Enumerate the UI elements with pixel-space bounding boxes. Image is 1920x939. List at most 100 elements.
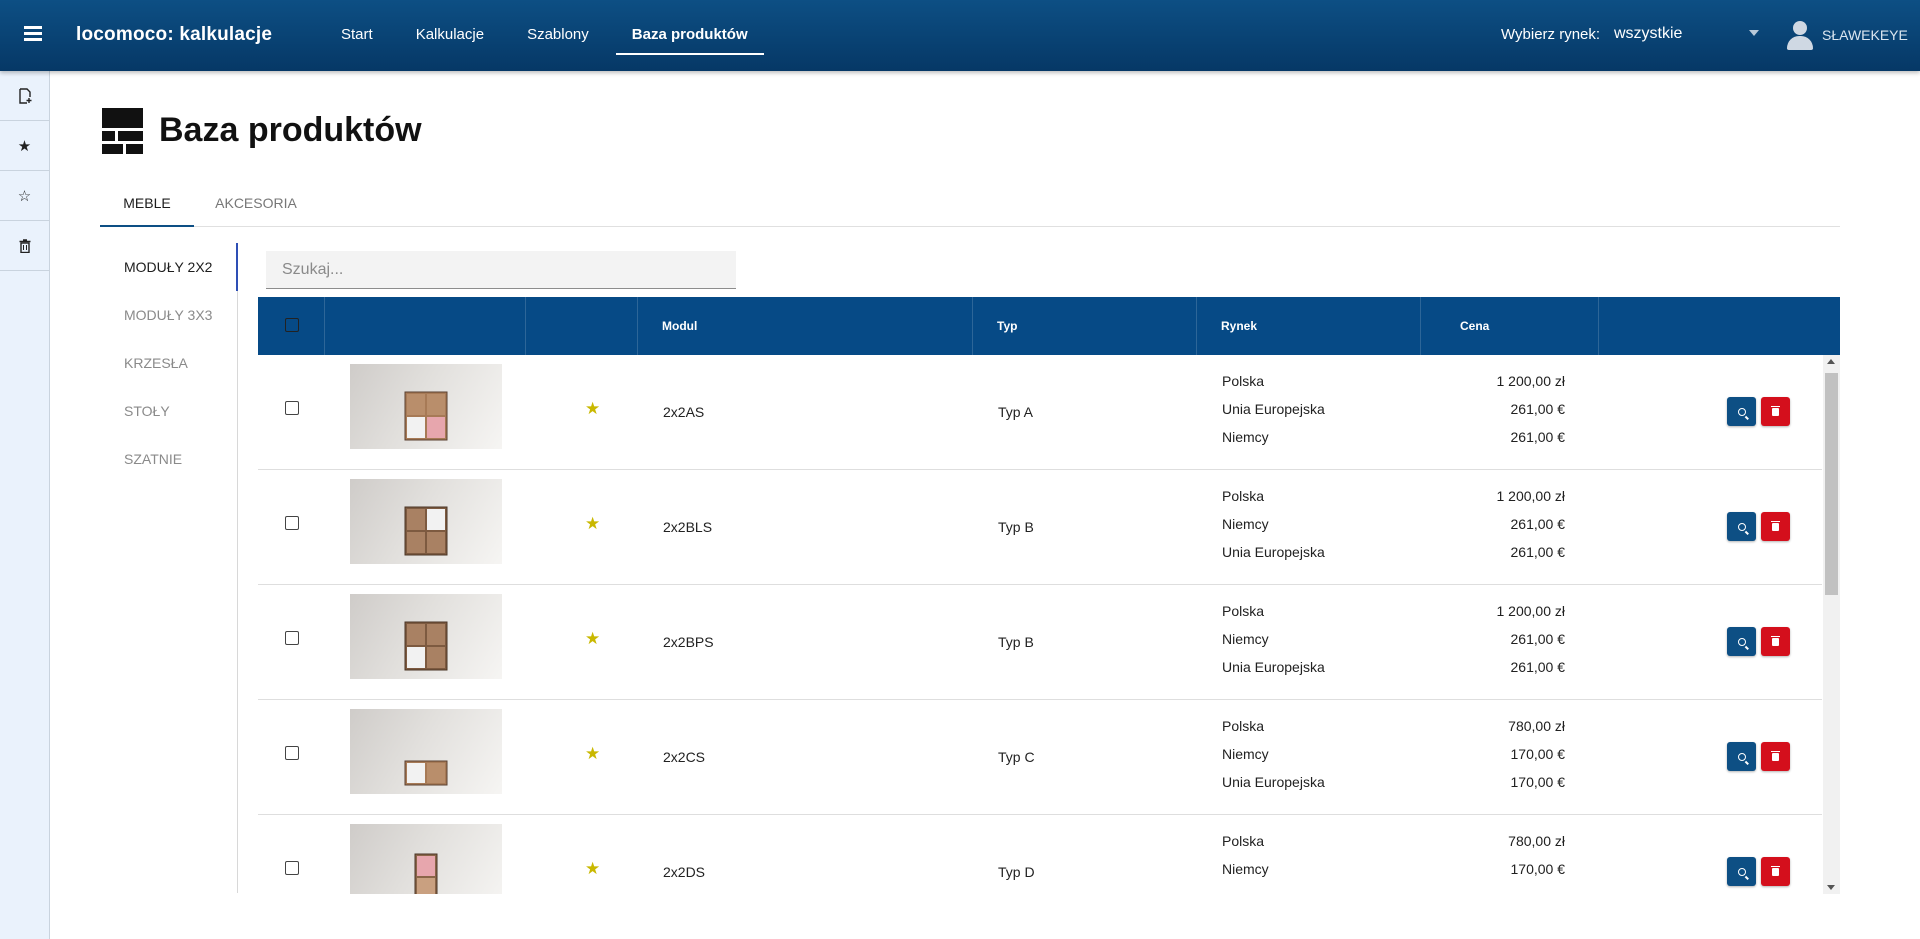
user-name: SŁAWEKEYE — [1822, 27, 1908, 43]
row-checkbox[interactable] — [285, 861, 299, 875]
price-value: 261,00 € — [1510, 544, 1566, 560]
product-thumbnail[interactable] — [350, 479, 502, 564]
search-icon — [1737, 522, 1746, 531]
row-checkbox[interactable] — [285, 401, 299, 415]
nav-baza-produktow[interactable]: Baza produktów — [615, 0, 764, 55]
category-moduly-3x3[interactable]: MODUŁY 3X3 — [100, 291, 237, 339]
app-title: locomoco: kalkulacje — [76, 24, 273, 45]
scroll-up-icon[interactable] — [1827, 359, 1835, 364]
new-document-icon[interactable] — [0, 71, 49, 121]
trash-icon[interactable] — [0, 221, 49, 271]
search-input[interactable] — [266, 251, 736, 289]
market-name: Niemcy — [1222, 631, 1269, 647]
price-value: 261,00 € — [1510, 429, 1566, 445]
product-thumbnail[interactable] — [350, 709, 502, 794]
table-header: Modul Typ Rynek Cena — [258, 297, 1840, 355]
star-outline-icon[interactable]: ☆ — [0, 171, 49, 221]
market-name: Unia Europejska — [1222, 774, 1325, 790]
nav-start[interactable]: Start — [325, 0, 389, 55]
market-name: Polska — [1222, 488, 1265, 504]
price-value: 1 200,00 zł — [1496, 488, 1566, 504]
category-moduly-2x2[interactable]: MODUŁY 2X2 — [100, 243, 238, 291]
delete-button[interactable] — [1761, 627, 1790, 656]
search-icon — [1737, 637, 1746, 646]
market-label: Wybierz rynek: — [1501, 26, 1601, 43]
market-name: Niemcy — [1222, 746, 1269, 762]
delete-button[interactable] — [1761, 857, 1790, 886]
menu-icon[interactable] — [24, 26, 42, 44]
product-thumbnail[interactable] — [350, 824, 502, 894]
view-button[interactable] — [1727, 512, 1756, 541]
delete-button[interactable] — [1761, 742, 1790, 771]
favorite-star-icon[interactable]: ★ — [585, 629, 600, 649]
market-name: Polska — [1222, 718, 1265, 734]
scroll-down-icon[interactable] — [1827, 885, 1835, 890]
category-krzesla[interactable]: KRZESŁA — [100, 339, 237, 387]
delete-button[interactable] — [1761, 397, 1790, 426]
header-typ[interactable]: Typ — [973, 297, 1197, 355]
user-menu[interactable]: SŁAWEKEYE — [1786, 18, 1908, 52]
top-app-bar: locomoco: kalkulacje Start Kalkulacje Sz… — [0, 0, 1920, 71]
header-modul[interactable]: Modul — [638, 297, 973, 355]
product-base-icon — [102, 108, 143, 154]
select-all-checkbox[interactable] — [285, 318, 299, 332]
market-select[interactable]: wszystkie — [1614, 22, 1759, 48]
row-checkbox[interactable] — [285, 746, 299, 760]
modul-cell: 2x2BPS — [663, 634, 714, 650]
table-row: ★ 2x2BLS Typ B Polska Niemcy Unia Europe… — [258, 470, 1822, 585]
view-button[interactable] — [1727, 857, 1756, 886]
header-favorite — [526, 297, 638, 355]
product-thumbnail[interactable] — [350, 364, 502, 449]
price-value: 261,00 € — [1510, 631, 1566, 647]
header-cena[interactable]: Cena — [1421, 297, 1599, 355]
product-table-body: ★ 2x2AS Typ A Polska Unia Europejska Nie… — [258, 355, 1840, 894]
category-szatnie[interactable]: SZATNIE — [100, 435, 237, 483]
typ-cell: Typ D — [998, 864, 1035, 880]
typ-cell: Typ B — [998, 519, 1034, 535]
market-name: Unia Europejska — [1222, 401, 1325, 417]
price-value: 261,00 € — [1510, 401, 1566, 417]
page-title: Baza produktów — [159, 111, 422, 149]
search-icon — [1737, 407, 1746, 416]
modul-cell: 2x2BLS — [663, 519, 713, 535]
price-value: 1 200,00 zł — [1496, 603, 1566, 619]
market-name: Niemcy — [1222, 429, 1269, 445]
favorite-star-icon[interactable]: ★ — [585, 859, 600, 879]
trash-icon — [1771, 750, 1780, 761]
price-value: 170,00 € — [1510, 746, 1566, 762]
modul-cell: 2x2CS — [663, 749, 706, 765]
header-rynek[interactable]: Rynek — [1197, 297, 1421, 355]
price-value: 780,00 zł — [1508, 718, 1565, 734]
chevron-down-icon — [1749, 30, 1759, 36]
category-stoly[interactable]: STOŁY — [100, 387, 237, 435]
price-value: 170,00 € — [1510, 861, 1566, 877]
header-image — [325, 297, 526, 355]
trash-icon — [1771, 635, 1780, 646]
view-button[interactable] — [1727, 397, 1756, 426]
typ-cell: Typ C — [998, 749, 1035, 765]
delete-button[interactable] — [1761, 512, 1790, 541]
market-name: Unia Europejska — [1222, 659, 1325, 675]
header-actions — [1599, 297, 1840, 355]
view-button[interactable] — [1727, 742, 1756, 771]
row-checkbox[interactable] — [285, 516, 299, 530]
row-checkbox[interactable] — [285, 631, 299, 645]
tab-meble[interactable]: MEBLE — [100, 185, 194, 227]
trash-icon — [1771, 405, 1780, 416]
favorite-star-icon[interactable]: ★ — [585, 399, 600, 419]
product-thumbnail[interactable] — [350, 594, 502, 679]
star-filled-icon[interactable]: ★ — [0, 121, 49, 171]
view-button[interactable] — [1727, 627, 1756, 656]
nav-kalkulacje[interactable]: Kalkulacje — [400, 0, 500, 55]
table-row: ★ 2x2CS Typ C Polska Niemcy Unia Europej… — [258, 700, 1822, 815]
price-value: 780,00 zł — [1508, 833, 1565, 849]
favorite-star-icon[interactable]: ★ — [585, 514, 600, 534]
trash-icon — [1771, 520, 1780, 531]
scroll-thumb[interactable] — [1825, 373, 1838, 595]
nav-szablony[interactable]: Szablony — [511, 0, 605, 55]
favorite-star-icon[interactable]: ★ — [585, 744, 600, 764]
tab-akcesoria[interactable]: AKCESORIA — [206, 185, 306, 227]
modul-cell: 2x2DS — [663, 864, 706, 880]
table-scrollbar[interactable] — [1823, 355, 1840, 894]
typ-cell: Typ B — [998, 634, 1034, 650]
